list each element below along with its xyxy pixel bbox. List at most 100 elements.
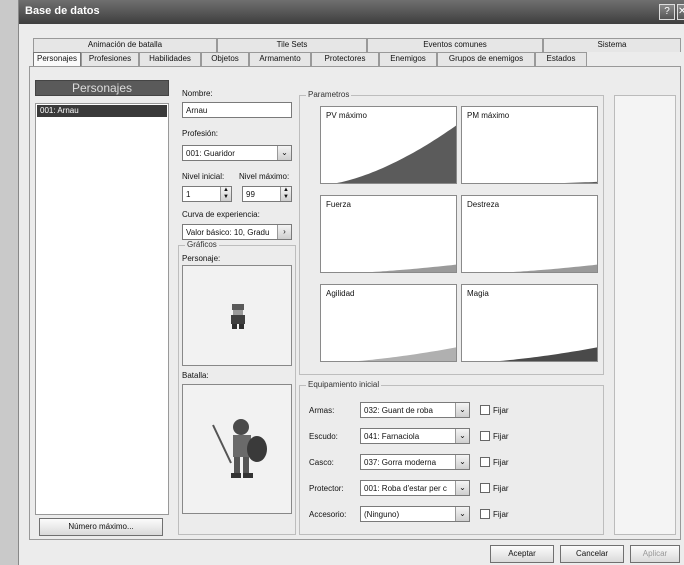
accessory-value: (Ninguno) <box>364 510 400 519</box>
helmet-value: 037: Gorra moderna <box>364 458 437 467</box>
armor-fix-label: Fijar <box>493 484 509 493</box>
tab-tilesets[interactable]: Tile Sets <box>217 38 367 52</box>
tab-armors[interactable]: Protectores <box>311 52 379 66</box>
character-sprite-box[interactable] <box>182 265 292 366</box>
tab-battle-animation[interactable]: Animación de batalla <box>33 38 217 52</box>
max-number-button[interactable]: Número máximo... <box>39 518 163 536</box>
tab-common-events[interactable]: Eventos comunes <box>367 38 543 52</box>
param-chart-max-mp[interactable]: PM máximo <box>461 106 598 184</box>
class-label: Profesión: <box>182 129 219 138</box>
parameters-group-title: Parametros <box>306 90 352 99</box>
max-level-label: Nivel máximo: <box>239 172 290 181</box>
weapon-fix-label: Fijar <box>493 406 509 415</box>
accessory-select[interactable]: (Ninguno) ⌄ <box>360 506 470 522</box>
param-label-max-hp: PV máximo <box>326 111 367 120</box>
character-sprite-icon <box>231 304 245 329</box>
spin-arrows-icon[interactable]: ▲ ▼ <box>280 187 291 201</box>
shield-value: 041: Farnaciola <box>364 432 420 441</box>
battle-sprite-label: Batalla: <box>182 371 209 380</box>
max-level-stepper[interactable]: 99 ▲ ▼ <box>242 186 292 202</box>
close-icon[interactable]: ✕ <box>677 4 684 20</box>
param-curve-area <box>337 125 456 183</box>
accessory-label: Accesorio: <box>309 510 347 519</box>
accessory-fix-label: Fijar <box>493 510 509 519</box>
param-chart-dexterity[interactable]: Destreza <box>461 195 598 273</box>
armor-fix-checkbox[interactable] <box>480 483 490 493</box>
chevron-down-icon[interactable]: ⌄ <box>455 455 469 469</box>
param-curve-area <box>564 181 597 183</box>
tab-system[interactable]: Sistema <box>543 38 681 52</box>
exp-curve-label: Curva de experiencia: <box>182 210 260 219</box>
weapon-select[interactable]: 032: Guant de roba ⌄ <box>360 402 470 418</box>
database-window: Base de datos ? ✕ Animación de batalla T… <box>18 0 684 565</box>
param-label-magic: Magia <box>467 289 489 298</box>
tab-states[interactable]: Estados <box>535 52 587 66</box>
helmet-label: Casco: <box>309 458 334 467</box>
tab-row-bottom: Personajes Profesiones Habilidades Objet… <box>33 52 681 66</box>
equipment-group-title: Equipamiento inicial <box>306 380 382 389</box>
shield-fix-checkbox[interactable] <box>480 431 490 441</box>
initial-level-label: Nivel inicial: <box>182 172 225 181</box>
chevron-right-icon[interactable]: › <box>277 225 291 239</box>
shield-fix-label: Fijar <box>493 432 509 441</box>
ok-button[interactable]: Aceptar <box>490 545 554 563</box>
cancel-button[interactable]: Cancelar <box>560 545 624 563</box>
accessory-fix-checkbox[interactable] <box>480 509 490 519</box>
character-sprite-label: Personaje: <box>182 254 221 263</box>
list-header: Personajes <box>35 80 169 96</box>
tab-enemies[interactable]: Enemigos <box>379 52 437 66</box>
chevron-down-icon[interactable]: ⌄ <box>455 403 469 417</box>
apply-button[interactable]: Aplicar <box>630 545 680 563</box>
list-item[interactable]: 001: Arnau <box>37 105 167 117</box>
armor-label: Protector: <box>309 484 344 493</box>
param-curve-area <box>513 264 597 272</box>
tab-items[interactable]: Objetos <box>201 52 249 66</box>
initial-level-value: 1 <box>186 190 191 199</box>
shield-label: Escudo: <box>309 432 338 441</box>
name-field[interactable]: Arnau <box>182 102 292 118</box>
title-bar: Base de datos <box>19 0 684 24</box>
shield-select[interactable]: 041: Farnaciola ⌄ <box>360 428 470 444</box>
character-list[interactable]: 001: Arnau <box>35 103 169 515</box>
param-chart-agility[interactable]: Agilidad <box>320 284 457 362</box>
chevron-down-icon[interactable]: ⌄ <box>455 507 469 521</box>
tab-troops[interactable]: Grupos de enemigos <box>437 52 535 66</box>
side-notes-panel <box>614 95 676 535</box>
param-label-strength: Fuerza <box>326 200 351 209</box>
chevron-down-icon[interactable]: ⌄ <box>455 429 469 443</box>
chevron-down-icon[interactable]: ⌄ <box>455 481 469 495</box>
param-chart-strength[interactable]: Fuerza <box>320 195 457 273</box>
help-button[interactable]: ? <box>659 4 675 20</box>
param-curve-area <box>499 347 597 361</box>
battle-sprite-icon <box>212 419 267 478</box>
param-chart-magic[interactable]: Magia <box>461 284 598 362</box>
weapon-fix-checkbox[interactable] <box>480 405 490 415</box>
helmet-fix-checkbox[interactable] <box>480 457 490 467</box>
weapon-label: Armas: <box>309 406 335 415</box>
param-chart-max-hp[interactable]: PV máximo <box>320 106 457 184</box>
param-curve-area <box>372 264 456 272</box>
armor-select[interactable]: 001: Roba d'estar per c ⌄ <box>360 480 470 496</box>
battle-sprite-box[interactable] <box>182 384 292 514</box>
max-level-value: 99 <box>246 190 255 199</box>
param-label-agility: Agilidad <box>326 289 355 298</box>
param-label-max-mp: PM máximo <box>467 111 510 120</box>
tab-weapons[interactable]: Armamento <box>249 52 311 66</box>
weapon-value: 032: Guant de roba <box>364 406 433 415</box>
window-title: Base de datos <box>25 5 100 17</box>
armor-value: 001: Roba d'estar per c <box>364 484 447 493</box>
tab-row-top: Animación de batalla Tile Sets Eventos c… <box>33 38 681 52</box>
tab-skills[interactable]: Habilidades <box>139 52 201 66</box>
class-select[interactable]: 001: Guaridor ⌄ <box>182 145 292 161</box>
spin-arrows-icon[interactable]: ▲ ▼ <box>220 187 231 201</box>
helmet-fix-label: Fijar <box>493 458 509 467</box>
tab-classes[interactable]: Profesiones <box>81 52 139 66</box>
helmet-select[interactable]: 037: Gorra moderna ⌄ <box>360 454 470 470</box>
chevron-down-icon[interactable]: ⌄ <box>277 146 291 160</box>
tab-characters[interactable]: Personajes <box>33 52 81 66</box>
graphics-group-title: Gráficos <box>185 240 219 249</box>
exp-curve-value: Valor básico: 10, Gradu <box>186 228 270 237</box>
initial-level-stepper[interactable]: 1 ▲ ▼ <box>182 186 232 202</box>
name-label: Nombre: <box>182 89 213 98</box>
exp-curve-field[interactable]: Valor básico: 10, Gradu › <box>182 224 292 240</box>
